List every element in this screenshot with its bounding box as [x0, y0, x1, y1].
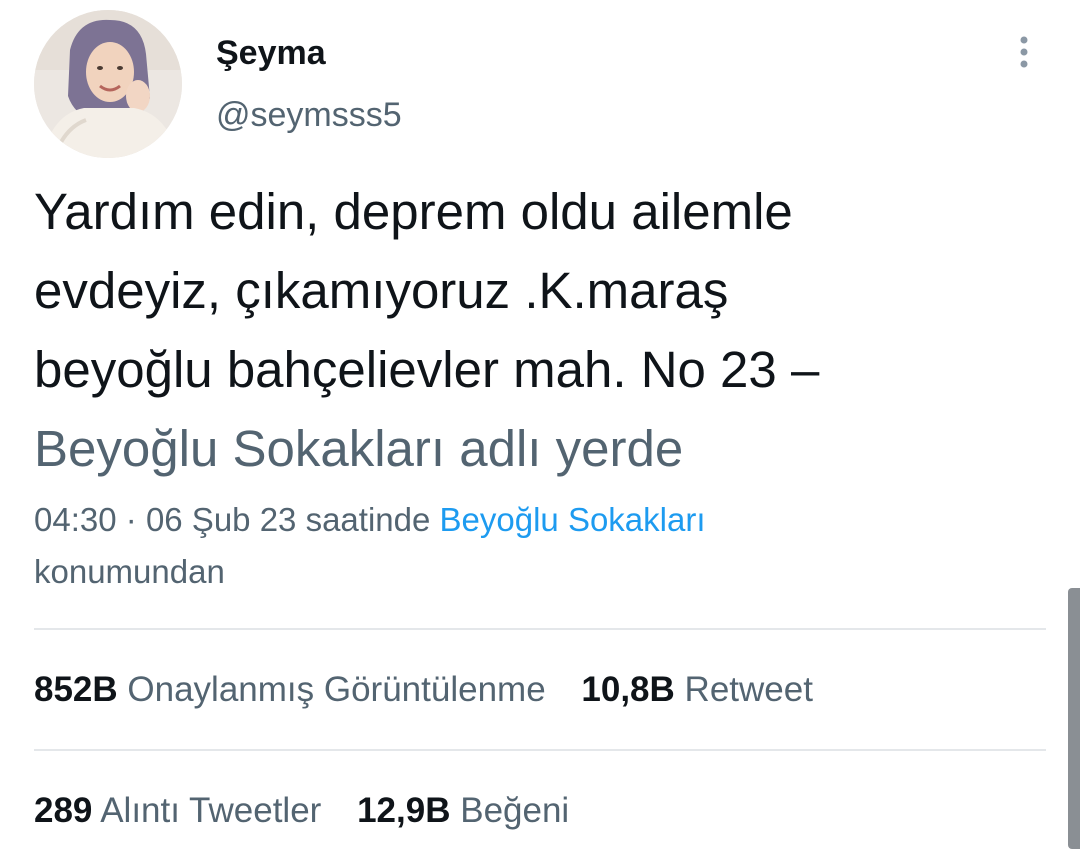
- tweet-meta: 04:30 · 06 Şub 23 saatinde Beyoğlu Sokak…: [34, 494, 1034, 598]
- tweet-meta-line: 04:30 · 06 Şub 23 saatinde Beyoğlu Sokak…: [34, 494, 1034, 546]
- tweet-date[interactable]: 06 Şub 23: [146, 501, 296, 538]
- more-options-button[interactable]: [1006, 30, 1042, 74]
- retweets-stat[interactable]: 10,8B Retweet: [581, 670, 813, 710]
- stats-row: 289 Alıntı Tweetler 12,9B Beğeni: [34, 791, 569, 831]
- location-link[interactable]: Beyoğlu Sokakları: [440, 501, 706, 538]
- tweet-text-line: Yardım edin, deprem oldu ailemle: [34, 183, 793, 240]
- tweet-text: Yardım edin, deprem oldu ailemle evdeyiz…: [34, 172, 1034, 488]
- tweet-time[interactable]: 04:30: [34, 501, 117, 538]
- quotes-label: Alıntı Tweetler: [100, 791, 322, 830]
- tweet-text-line: beyoğlu bahçelievler mah. No 23 –: [34, 341, 820, 398]
- quotes-count: 289: [34, 791, 93, 830]
- stats-row: 852B Onaylanmış Görüntülenme 10,8B Retwe…: [34, 670, 813, 710]
- location-prefix: saatinde: [305, 501, 431, 538]
- profile-photo-icon: [34, 10, 182, 158]
- views-count: 852B: [34, 670, 118, 709]
- retweets-label: Retweet: [684, 670, 813, 709]
- tweet-location-line: Beyoğlu Sokakları adlı yerde: [34, 420, 684, 477]
- location-suffix: konumundan: [34, 553, 225, 590]
- tweet-text-line: evdeyiz, çıkamıyoruz .K.maraş: [34, 262, 729, 319]
- retweets-count: 10,8B: [581, 670, 675, 709]
- views-label: Onaylanmış Görüntülenme: [127, 670, 546, 709]
- likes-count: 12,9B: [357, 791, 451, 830]
- avatar[interactable]: [34, 10, 182, 158]
- user-handle[interactable]: @seymsss5: [216, 96, 402, 135]
- likes-label: Beğeni: [460, 791, 570, 830]
- divider: [34, 749, 1046, 751]
- meta-separator: ·: [125, 501, 137, 538]
- scrollbar[interactable]: [1068, 588, 1080, 849]
- quotes-stat[interactable]: 289 Alıntı Tweetler: [34, 791, 321, 831]
- display-name[interactable]: Şeyma: [216, 34, 326, 73]
- views-stat[interactable]: 852B Onaylanmış Görüntülenme: [34, 670, 546, 710]
- divider: [34, 628, 1046, 630]
- vertical-dots-icon: [1020, 36, 1028, 68]
- likes-stat[interactable]: 12,9B Beğeni: [357, 791, 569, 831]
